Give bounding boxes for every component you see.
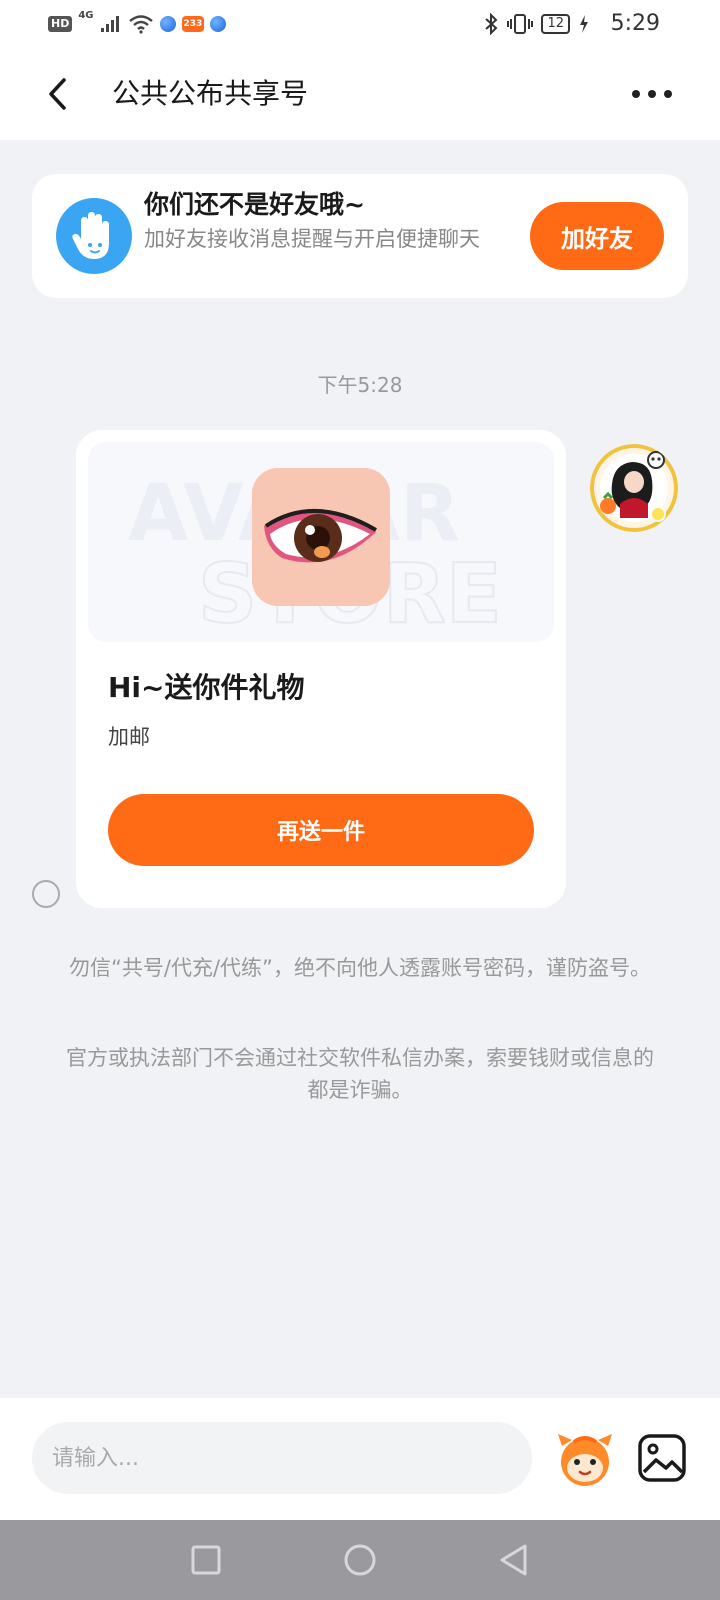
status-bar-left: HD 4G 233 [48,10,227,36]
back-button[interactable] [34,70,82,118]
gift-banner: AVATAR STORE [88,442,554,642]
chat-header: 公共公布共享号 [0,48,720,140]
add-friend-banner: 你们还不是好友哦~ 加好友接收消息提醒与开启便捷聊天 加好友 [32,174,688,298]
more-dot [648,90,656,98]
banner-description: 加好友接收消息提醒与开启便捷聊天 [144,227,480,251]
status-time: 5:29 [610,11,660,36]
vibrate-icon [507,14,534,34]
page-title: 公共公布共享号 [112,77,309,110]
app-notification-icon [159,16,176,32]
hand-wave-icon [56,198,132,274]
security-notice: 勿信“共号/代充/代练”，绝不向他人透露账号密码，谨防盗号。 [69,956,651,980]
back-arrow-icon [49,78,66,110]
more-button[interactable] [624,74,680,114]
sender-avatar[interactable] [590,444,678,532]
wifi-icon [128,15,153,34]
bluetooth-icon [485,13,498,35]
fraud-notice: 官方或执法部门不会通过社交软件私信办案，索要钱财或信息的都是诈骗。 [66,1046,654,1102]
triangle-back-icon [500,1544,527,1576]
message-timestamp: 下午5:28 [317,373,403,397]
app-notification-icon-2 [210,16,227,32]
message-select-radio[interactable] [32,880,60,908]
image-button[interactable] [636,1432,688,1484]
status-bar: HD 4G 233 12 5:29 [0,0,720,48]
home-button[interactable] [338,1538,382,1582]
battery-indicator: 12 [541,14,570,34]
system-back-button[interactable] [492,1538,536,1582]
more-dot [664,90,672,98]
network-type: 4G [78,10,94,21]
banner-title: 你们还不是好友哦~ [144,190,365,219]
status-bar-right: 12 [483,10,590,38]
gift-item-image [252,468,390,606]
gift-message-card[interactable]: AVATAR STORE Hi~送你件礼物 加邮 再送一件 [76,430,566,908]
gift-subtitle: 加邮 [108,725,150,749]
more-dots-icon [632,90,640,98]
system-nav-bar [0,1520,720,1600]
emoji-button[interactable] [554,1428,616,1490]
image-icon [638,1434,686,1482]
message-input[interactable] [32,1422,532,1494]
recent-apps-button[interactable] [184,1538,228,1582]
signal-icon [100,16,119,32]
square-icon [191,1545,221,1575]
charging-icon [580,15,588,33]
send-again-button[interactable]: 再送一件 [108,794,534,866]
hd-badge: HD [48,16,73,32]
message-input-bar [0,1398,720,1520]
emoji-mascot-icon [558,1434,612,1486]
circle-icon [344,1544,376,1576]
add-friend-button[interactable]: 加好友 [530,202,664,270]
gift-title: Hi~送你件礼物 [108,671,305,704]
app-233-icon: 233 [181,16,205,32]
